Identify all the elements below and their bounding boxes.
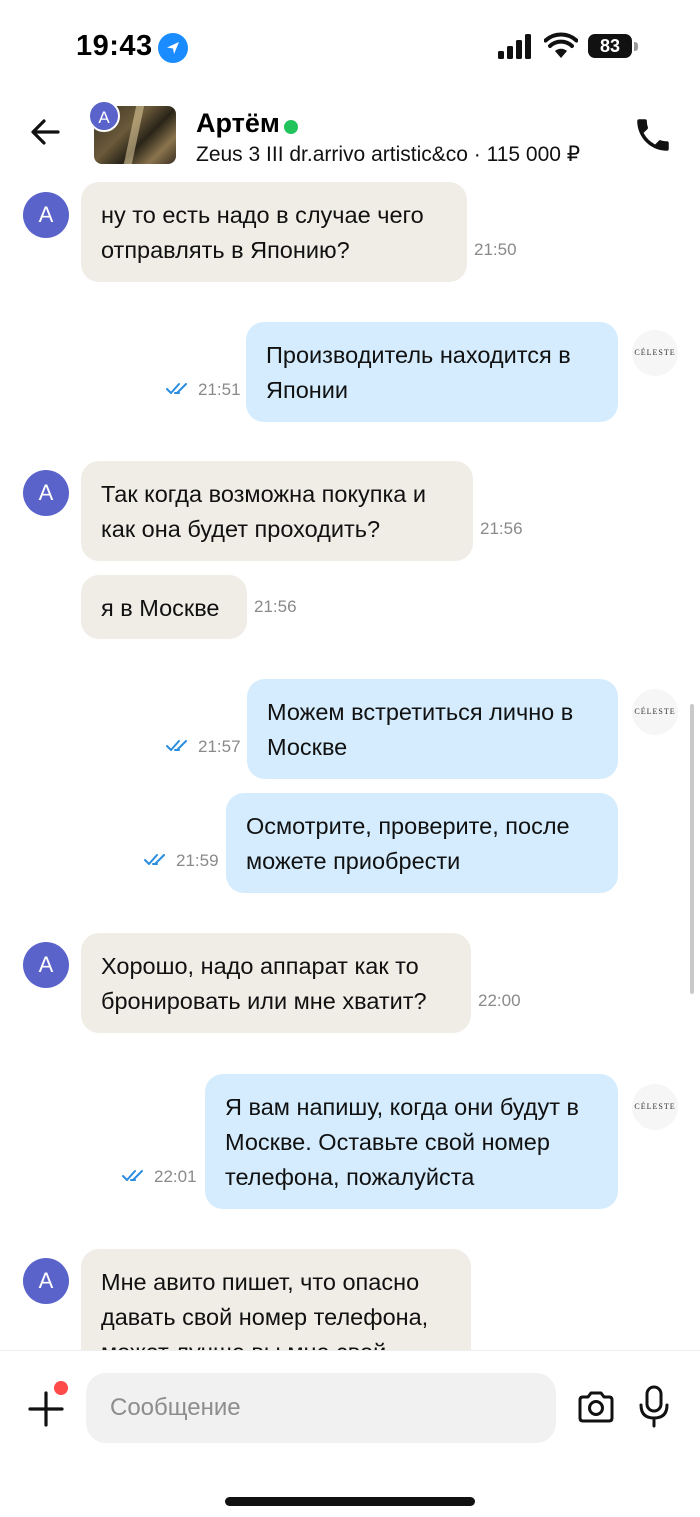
message-time: 21:51	[198, 380, 241, 399]
message-text: ну то есть надо в случае чего отправлять…	[101, 202, 424, 263]
message-time: 21:56	[254, 597, 297, 616]
message-time: 22:01	[154, 1167, 197, 1186]
outgoing-message-bubble[interactable]: Я вам напишу, когда они будут в Москве. …	[205, 1074, 618, 1209]
chat-header: А Артём Zeus 3 III dr.arrivo artistic&co…	[0, 96, 700, 182]
message-text: Можем встретиться лично в Москве	[267, 699, 574, 760]
contact-name[interactable]: Артём	[196, 108, 280, 139]
wifi-icon	[543, 32, 579, 60]
add-attachment-icon[interactable]	[26, 1389, 66, 1429]
notification-dot	[54, 1381, 68, 1395]
shop-avatar[interactable]: CÉLESTE	[632, 689, 678, 735]
shop-avatar[interactable]: CÉLESTE	[632, 330, 678, 376]
read-ticks-icon	[166, 740, 187, 751]
sender-avatar[interactable]: А	[23, 942, 69, 988]
message-input[interactable]	[86, 1373, 556, 1443]
listing-title[interactable]: Zeus 3 III dr.arrivo artistic&co · 115 0…	[196, 142, 580, 167]
back-arrow-icon[interactable]	[26, 112, 66, 152]
online-status-indicator	[284, 120, 298, 134]
phone-call-icon[interactable]	[632, 114, 674, 156]
shop-avatar[interactable]: CÉLESTE	[632, 1084, 678, 1130]
incoming-message-bubble[interactable]: Так когда возможна покупка и как она буд…	[81, 461, 473, 561]
read-ticks-icon	[144, 854, 165, 865]
status-time: 19:43	[76, 30, 153, 62]
message-time: 22:00	[478, 991, 521, 1010]
message-time: 21:59	[176, 851, 219, 870]
message-text: Мне авито пишет, что опасно давать свой …	[101, 1269, 429, 1350]
message-text: Хорошо, надо аппарат как то бронировать …	[101, 953, 427, 1014]
camera-icon[interactable]	[576, 1387, 616, 1427]
sender-avatar[interactable]: А	[23, 1258, 69, 1304]
cellular-signal-icon	[498, 34, 534, 60]
message-status: 21:59	[144, 851, 219, 871]
incoming-message-bubble[interactable]: Мне авито пишет, что опасно давать свой …	[81, 1249, 471, 1350]
incoming-message-bubble[interactable]: я в Москве	[81, 575, 247, 639]
battery-level: 83	[588, 34, 632, 58]
message-status: 21:51	[166, 380, 241, 400]
message-list[interactable]: А ну то есть надо в случае чего отправля…	[0, 182, 700, 1350]
read-ticks-icon	[122, 1170, 143, 1181]
read-ticks-icon	[166, 383, 187, 394]
message-composer	[0, 1350, 700, 1517]
message-time: 21:57	[198, 737, 241, 756]
microphone-icon[interactable]	[638, 1385, 670, 1429]
message-status: 22:01	[122, 1167, 197, 1187]
sender-avatar[interactable]: А	[23, 470, 69, 516]
message-text: Производитель находится в Японии	[266, 342, 571, 403]
scrollbar[interactable]	[690, 704, 694, 994]
incoming-message-bubble[interactable]: ну то есть надо в случае чего отправлять…	[81, 182, 467, 282]
message-text: Осмотрите, проверите, после можете приоб…	[246, 813, 570, 874]
message-text: Так когда возможна покупка и как она буд…	[101, 481, 427, 542]
message-status: 21:57	[166, 737, 241, 757]
incoming-message-bubble[interactable]: Хорошо, надо аппарат как то бронировать …	[81, 933, 471, 1033]
message-text: я в Москве	[101, 595, 220, 621]
contact-avatar: А	[88, 100, 120, 132]
message-time: 21:56	[480, 519, 523, 538]
outgoing-message-bubble[interactable]: Производитель находится в Японии	[246, 322, 618, 422]
message-text: Я вам напишу, когда они будут в Москве. …	[225, 1094, 579, 1190]
location-icon	[158, 33, 188, 63]
message-time: 21:50	[474, 240, 517, 259]
outgoing-message-bubble[interactable]: Можем встретиться лично в Москве	[247, 679, 618, 779]
home-indicator	[225, 1497, 475, 1506]
outgoing-message-bubble[interactable]: Осмотрите, проверите, после можете приоб…	[226, 793, 618, 893]
status-bar: 19:43 83	[0, 0, 700, 96]
battery-icon: 83	[588, 32, 640, 60]
sender-avatar[interactable]: А	[23, 192, 69, 238]
